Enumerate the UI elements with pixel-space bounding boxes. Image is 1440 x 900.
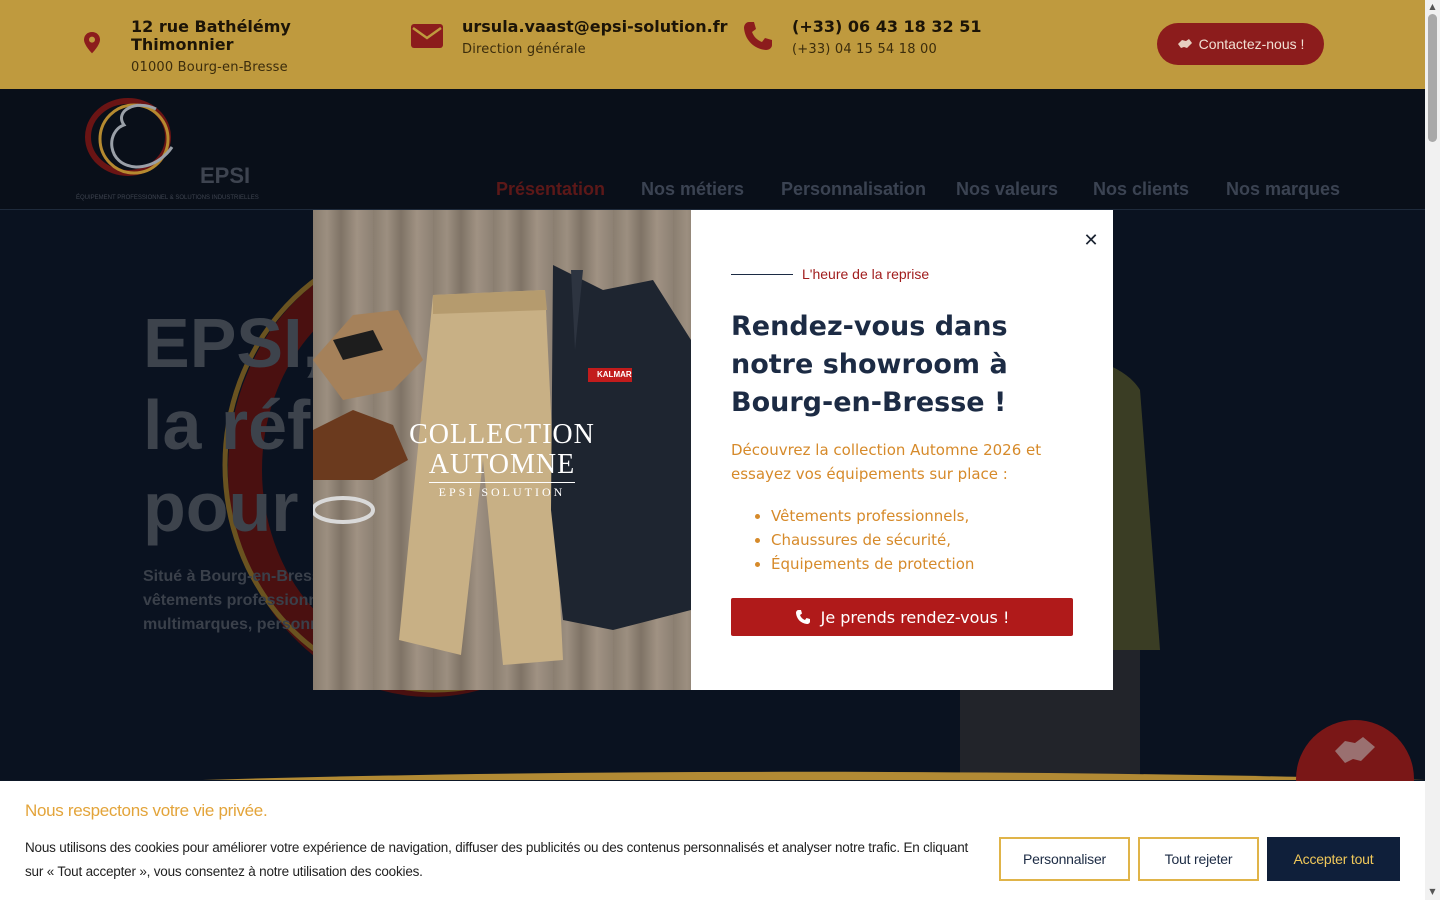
contact-us-button[interactable]: Contactez-nous ! bbox=[1157, 23, 1324, 65]
hero-text: Situé à Bourg-en-Bress vêtements profess… bbox=[143, 568, 321, 633]
modal-heading: Rendez-vous dans notre showroom à Bourg-… bbox=[731, 311, 1008, 418]
modal-list: Vêtements professionnels, Chaussures de … bbox=[771, 504, 974, 576]
main-nav: Présentation Nos métiers Personnalisatio… bbox=[0, 179, 1425, 201]
top-contact-bar: 12 rue Bathélémy Thimonnier 01000 Bourg-… bbox=[0, 0, 1425, 89]
scroll-up-icon[interactable]: ▲ bbox=[1428, 2, 1437, 11]
map-pin-icon bbox=[84, 32, 100, 54]
cookie-customize-button[interactable]: Personnaliser bbox=[999, 837, 1130, 881]
handshake-icon bbox=[1335, 737, 1375, 763]
collection-line3: EPSI SOLUTION bbox=[429, 482, 575, 500]
cookie-accept-button[interactable]: Accepter tout bbox=[1267, 837, 1400, 881]
nav-item-personnalisation[interactable]: Personnalisation bbox=[781, 179, 926, 200]
nav-item-nos-valeurs[interactable]: Nos valeurs bbox=[956, 179, 1058, 200]
cookie-banner: Nous respectons votre vie privée. Nous u… bbox=[0, 781, 1425, 900]
cookie-reject-button[interactable]: Tout rejeter bbox=[1138, 837, 1259, 881]
vest-brand-label: KALMAR bbox=[597, 370, 632, 379]
address-line1: 12 rue Bathélémy bbox=[131, 17, 291, 36]
collection-overlay-text: COLLECTION AUTOMNE EPSI SOLUTION bbox=[391, 420, 613, 500]
nav-item-nos-clients[interactable]: Nos clients bbox=[1093, 179, 1189, 200]
modal-eyebrow: L'heure de la reprise bbox=[731, 266, 929, 282]
nav-item-presentation[interactable]: Présentation bbox=[496, 179, 605, 200]
book-appointment-label: Je prends rendez-vous ! bbox=[820, 607, 1010, 627]
hero-bottom-curve bbox=[202, 771, 1425, 780]
phone-secondary[interactable]: (+33) 04 15 54 18 00 bbox=[792, 42, 981, 57]
list-item: Chaussures de sécurité, bbox=[771, 528, 974, 552]
email-department: Direction générale bbox=[462, 42, 586, 57]
list-item: Équipements de protection bbox=[771, 552, 974, 576]
nav-item-nos-marques[interactable]: Nos marques bbox=[1226, 179, 1340, 200]
hero-title: EPSI, la réf pour bbox=[143, 304, 322, 546]
phone-icon bbox=[744, 22, 772, 50]
collection-line1: COLLECTION bbox=[409, 419, 595, 450]
close-icon[interactable]: ✕ bbox=[1079, 229, 1103, 253]
address-city: 01000 Bourg-en-Bresse bbox=[131, 60, 288, 75]
book-appointment-button[interactable]: Je prends rendez-vous ! bbox=[731, 598, 1073, 636]
email-block[interactable]: ursula.vaast@epsi-solution.fr Direction … bbox=[411, 18, 728, 57]
modal-paragraph: Découvrez la collection Automne 2026 et … bbox=[731, 441, 1042, 483]
email-address[interactable]: ursula.vaast@epsi-solution.fr bbox=[462, 18, 728, 36]
collection-image: COLLECTION AUTOMNE EPSI SOLUTION KALMAR bbox=[313, 210, 691, 690]
eyebrow-text: L'heure de la reprise bbox=[802, 266, 930, 282]
eyebrow-line bbox=[731, 273, 793, 275]
envelope-icon bbox=[411, 24, 443, 48]
phone-icon bbox=[795, 610, 810, 624]
page-scrollbar[interactable]: ▲ ▼ bbox=[1425, 0, 1440, 900]
nav-item-nos-metiers[interactable]: Nos métiers bbox=[641, 179, 744, 200]
address-block: 12 rue Bathélémy Thimonnier 01000 Bourg-… bbox=[84, 18, 291, 75]
handshake-icon bbox=[1177, 39, 1192, 48]
cookie-title: Nous respectons votre vie privée. bbox=[25, 801, 268, 820]
scroll-down-icon[interactable]: ▼ bbox=[1428, 887, 1437, 896]
scroll-thumb[interactable] bbox=[1428, 14, 1437, 142]
list-item: Vêtements professionnels, bbox=[771, 504, 974, 528]
cookie-text: Nous utilisons des cookies pour améliore… bbox=[25, 840, 969, 879]
address-line2: Thimonnier bbox=[131, 35, 234, 54]
phone-block[interactable]: (+33) 06 43 18 32 51 (+33) 04 15 54 18 0… bbox=[742, 18, 981, 57]
showroom-popup: COLLECTION AUTOMNE EPSI SOLUTION KALMAR … bbox=[313, 210, 1113, 690]
phone-primary[interactable]: (+33) 06 43 18 32 51 bbox=[792, 18, 981, 36]
collection-line2: AUTOMNE bbox=[428, 449, 576, 480]
contact-us-label: Contactez-nous ! bbox=[1198, 36, 1305, 52]
